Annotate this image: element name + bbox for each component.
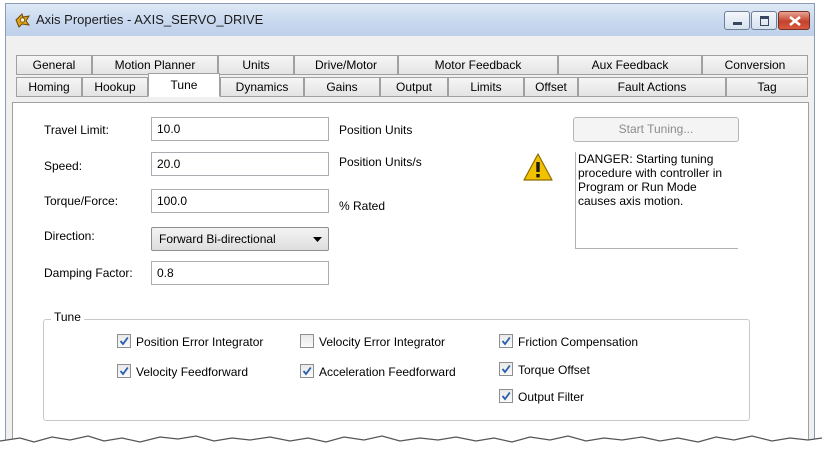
tab-homing[interactable]: Homing	[16, 77, 82, 97]
tab-conversion[interactable]: Conversion	[702, 55, 808, 75]
warning-icon	[523, 153, 553, 181]
velocity-feedforward-checkbox[interactable]: Velocity Feedforward	[117, 364, 248, 380]
tab-motion-planner[interactable]: Motion Planner	[92, 55, 218, 75]
checkbox-box	[499, 362, 513, 376]
checkbox-box	[117, 364, 131, 378]
checkbox-box	[300, 364, 314, 378]
speed-unit: Position Units/s	[339, 155, 422, 169]
tab-output[interactable]: Output	[380, 77, 448, 97]
tab-tune[interactable]: Tune	[148, 73, 220, 97]
direction-value: Forward Bi-directional	[159, 232, 276, 246]
tune-group-title: Tune	[51, 310, 84, 324]
tab-dynamics[interactable]: Dynamics	[220, 77, 304, 97]
maximize-button[interactable]	[751, 11, 777, 30]
axis-properties-window: Axis Properties - AXIS_SERVO_DRIVE Gener…	[5, 3, 815, 445]
torque-input[interactable]: 100.0	[151, 189, 329, 213]
close-button[interactable]	[778, 11, 810, 30]
torque-unit: % Rated	[339, 199, 386, 213]
checkbox-label: Output Filter	[518, 390, 585, 404]
title-bar[interactable]: Axis Properties - AXIS_SERVO_DRIVE	[6, 4, 814, 36]
tab-limits[interactable]: Limits	[448, 77, 524, 97]
speed-label: Speed:	[44, 159, 83, 173]
tune-panel: Travel Limit: 10.0 Position Units Speed:…	[12, 102, 809, 444]
checkbox-box	[499, 389, 513, 403]
direction-label: Direction:	[44, 229, 95, 243]
torn-edge	[0, 435, 822, 449]
checkbox-label: Velocity Feedforward	[136, 365, 249, 379]
danger-message: DANGER: Starting tuning procedure with c…	[575, 152, 738, 249]
tab-units[interactable]: Units	[218, 55, 294, 75]
velocity-error-integrator-checkbox[interactable]: Velocity Error Integrator	[300, 334, 445, 350]
checkbox-box	[499, 334, 513, 348]
damping-input[interactable]: 0.8	[151, 261, 329, 285]
axis-properties-icon	[15, 13, 31, 28]
torque-offset-checkbox[interactable]: Torque Offset	[499, 362, 590, 378]
tab-motor-feedback[interactable]: Motor Feedback	[398, 55, 558, 75]
check-icon	[501, 364, 511, 374]
minimize-button[interactable]	[724, 11, 750, 30]
damping-label: Damping Factor:	[44, 266, 133, 280]
checkbox-label: Friction Compensation	[518, 335, 639, 349]
chevron-down-icon	[313, 237, 322, 242]
tab-general[interactable]: General	[16, 55, 92, 75]
check-icon	[119, 366, 129, 376]
check-icon	[501, 336, 511, 346]
output-filter-checkbox[interactable]: Output Filter	[499, 389, 584, 405]
tab-aux-feedback[interactable]: Aux Feedback	[558, 55, 702, 75]
position-error-integrator-checkbox[interactable]: Position Error Integrator	[117, 334, 263, 350]
checkbox-label: Position Error Integrator	[136, 335, 264, 349]
check-icon	[119, 336, 129, 346]
checkbox-label: Acceleration Feedforward	[319, 365, 456, 379]
tab-hookup[interactable]: Hookup	[82, 77, 148, 97]
tab-tag[interactable]: Tag	[726, 77, 808, 97]
check-icon	[501, 391, 511, 401]
travel-limit-label: Travel Limit:	[44, 123, 109, 137]
friction-compensation-checkbox[interactable]: Friction Compensation	[499, 334, 638, 350]
close-icon	[789, 16, 801, 26]
travel-limit-input[interactable]: 10.0	[151, 117, 329, 141]
torque-label: Torque/Force:	[44, 194, 119, 208]
direction-select[interactable]: Forward Bi-directional	[151, 227, 329, 251]
check-icon	[302, 366, 312, 376]
checkbox-box	[117, 334, 131, 348]
speed-input[interactable]: 20.0	[151, 152, 329, 176]
window-title: Axis Properties - AXIS_SERVO_DRIVE	[36, 12, 264, 27]
checkbox-label: Torque Offset	[518, 363, 590, 377]
start-tuning-button[interactable]: Start Tuning...	[573, 117, 739, 142]
tab-drive-motor[interactable]: Drive/Motor	[294, 55, 398, 75]
acceleration-feedforward-checkbox[interactable]: Acceleration Feedforward	[300, 364, 456, 380]
travel-limit-unit: Position Units	[339, 123, 413, 137]
checkbox-label: Velocity Error Integrator	[319, 335, 446, 349]
tab-fault-actions[interactable]: Fault Actions	[578, 77, 726, 97]
tab-gains[interactable]: Gains	[304, 77, 380, 97]
tab-offset[interactable]: Offset	[524, 77, 578, 97]
checkbox-box	[300, 334, 314, 348]
